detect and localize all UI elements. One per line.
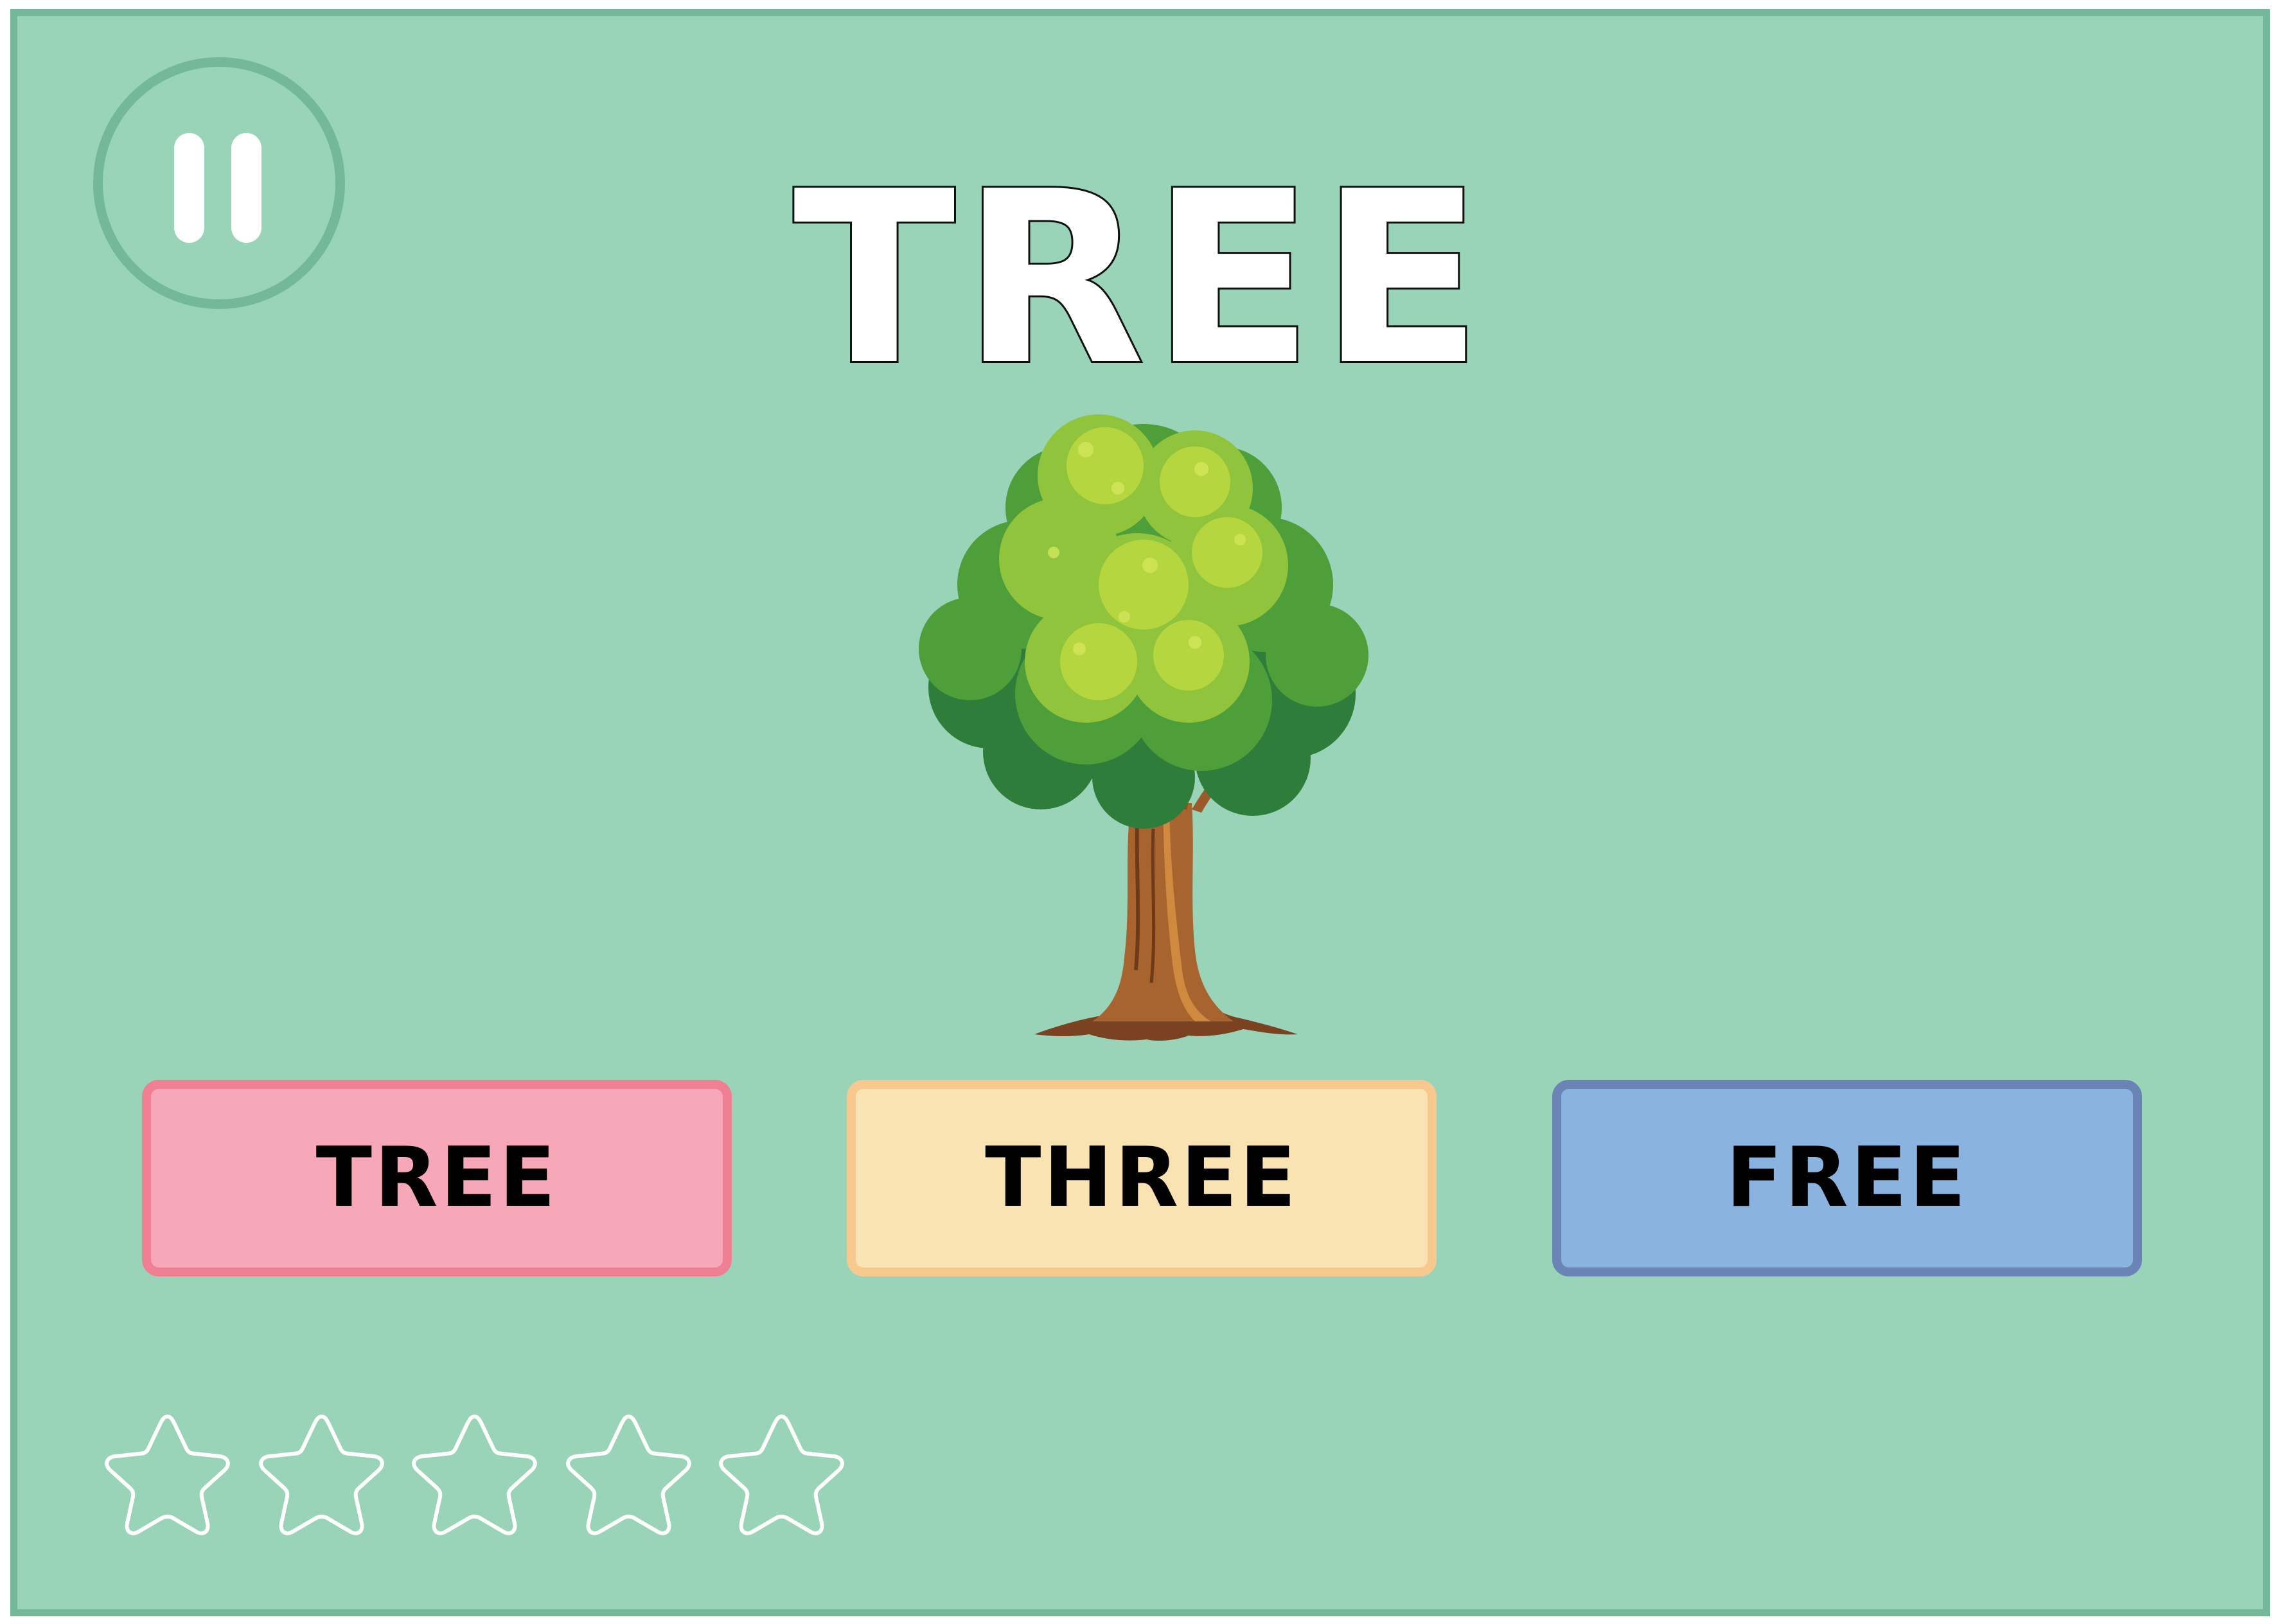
target-word: TREE [792,141,1489,418]
answer-label: FREE [1726,1130,1969,1226]
star-outline-icon [412,1415,537,1535]
answer-button-tree[interactable]: TREE [142,1080,732,1276]
star-outline-icon [105,1415,230,1535]
answer-label: THREE [985,1130,1298,1226]
answer-button-free[interactable]: FREE [1552,1080,2142,1276]
pause-icon [103,67,335,299]
star-rating [95,1409,853,1550]
tree-illustration [919,414,1368,1041]
answer-label: TREE [315,1130,558,1226]
star-outline-icon [259,1415,384,1535]
pause-button[interactable] [93,57,345,309]
star-outline-icon [719,1415,844,1535]
star-outline-icon [566,1415,691,1535]
answer-button-three[interactable]: THREE [847,1080,1437,1276]
